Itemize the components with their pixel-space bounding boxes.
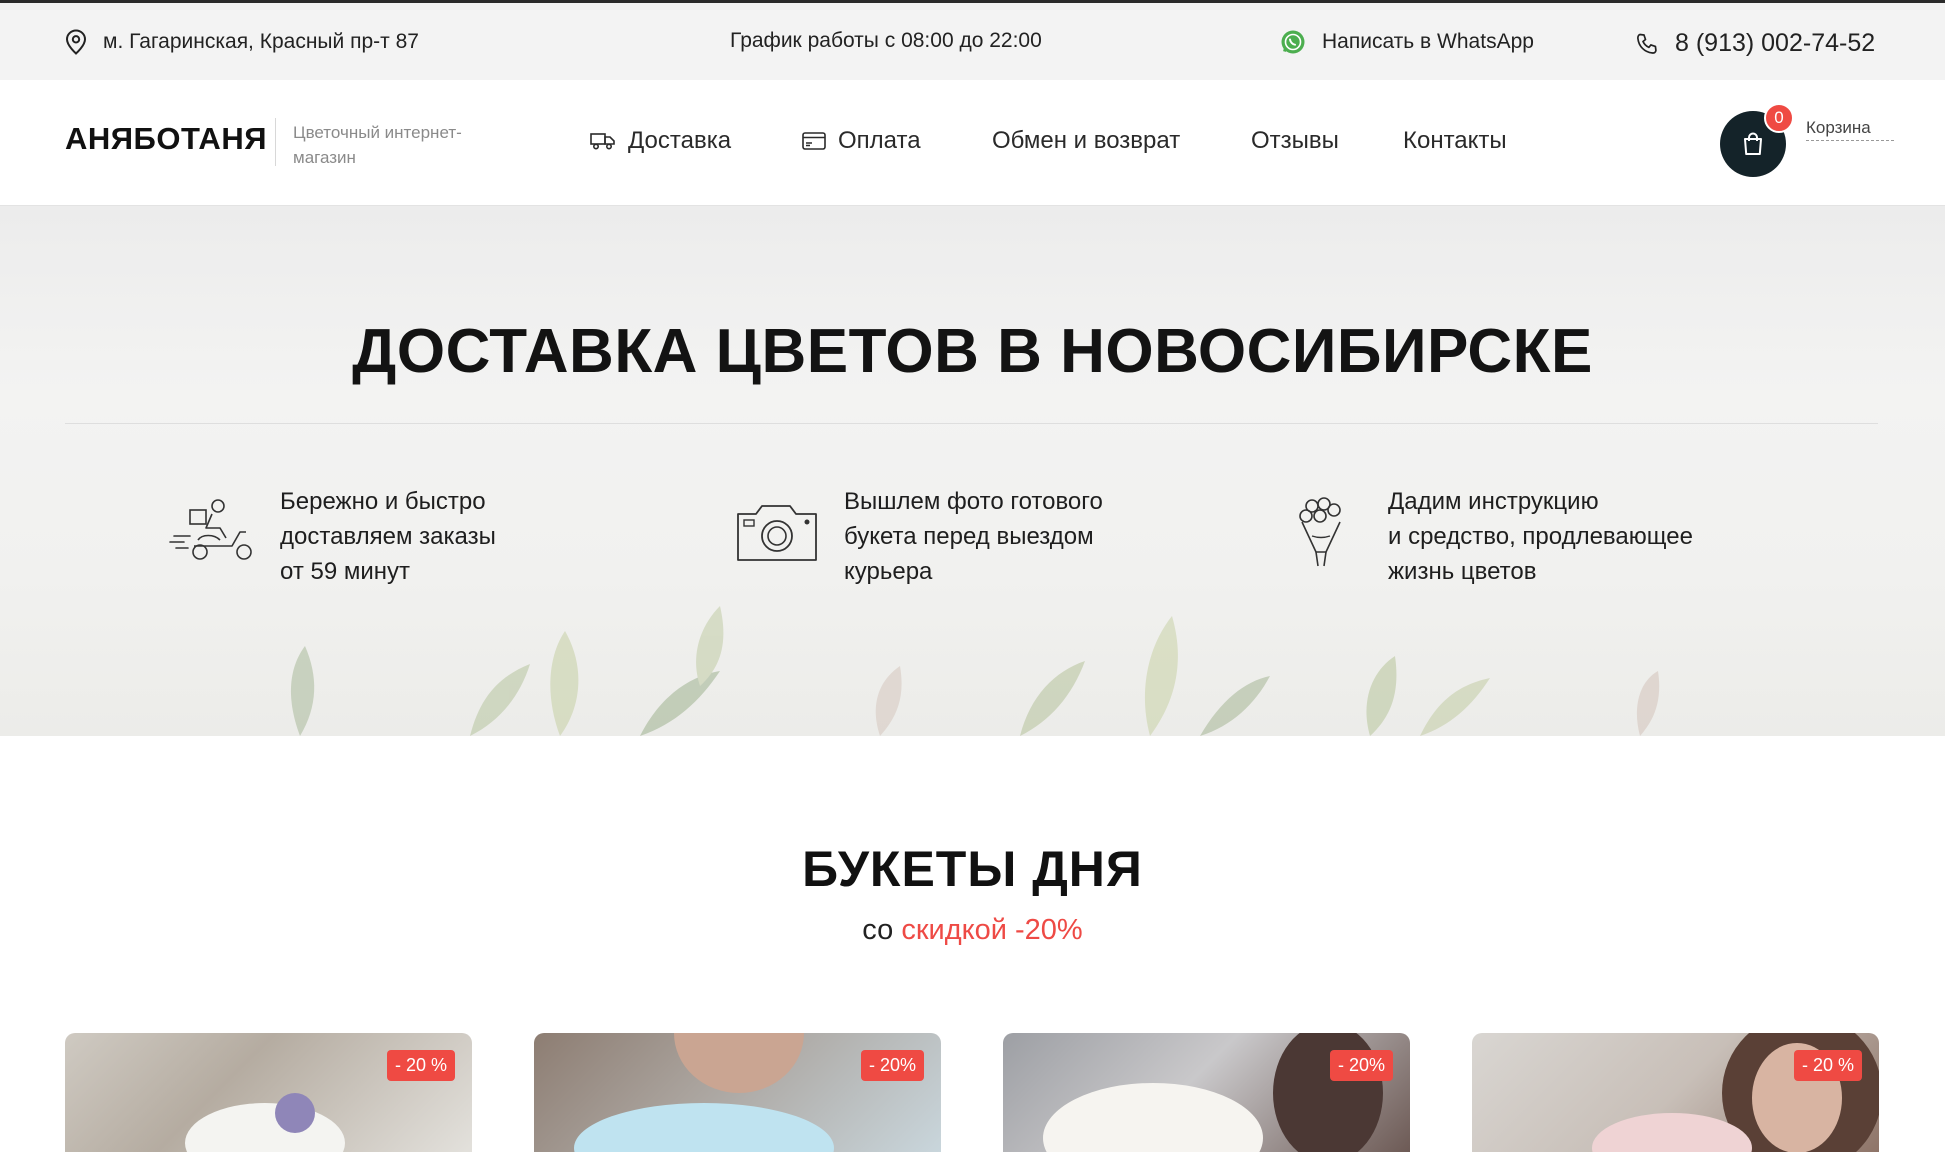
courier-scooter-icon (169, 499, 252, 560)
hero-title: ДОСТАВКА ЦВЕТОВ В НОВОСИБИРСКЕ (352, 317, 1593, 386)
logo-tagline: Цветочный интернет-магазин (293, 123, 462, 167)
nav-label-contacts: Контакты (1403, 127, 1507, 154)
discount-badge: - 20 % (386, 1050, 455, 1081)
feature-text: Вышлем фото готового букета перед выездо… (844, 488, 1103, 585)
decorative-leaves (290, 606, 1660, 736)
flower-accent (275, 1093, 315, 1133)
product-card[interactable]: - 20 % (1472, 1033, 1879, 1152)
location-pin-icon (65, 29, 87, 55)
product-card[interactable]: - 20% (1003, 1033, 1410, 1152)
nav-item-reviews[interactable]: Отзывы (1251, 127, 1339, 155)
nav-label-delivery: Доставка (628, 127, 732, 154)
section-title: БУКЕТЫ ДНЯ (802, 841, 1143, 897)
logo-divider (275, 118, 276, 166)
product-grid: - 20 % - 20% - 20% - 20 % (65, 1033, 1880, 1152)
nav-item-exchange[interactable]: Обмен и возврат (992, 127, 1180, 155)
subtitle-prefix: со (862, 914, 894, 946)
feature-photo-before: Вышлем фото готового букета перед выездо… (732, 484, 1103, 589)
whatsapp-label: Написать в WhatsApp (1322, 30, 1534, 53)
camera-icon (737, 505, 817, 561)
nav-item-payment[interactable]: Оплата (802, 127, 921, 155)
bouquet-icon (1299, 497, 1341, 567)
cart-link[interactable]: Корзина (1806, 118, 1894, 141)
feature-care-instructions: Дадим инструкцию и средство, продлевающе… (1276, 484, 1693, 589)
logo[interactable]: АНЯБОТАНЯ (65, 121, 267, 157)
feature-fast-delivery: Бережно и быстро доставляем заказы от 59… (168, 484, 496, 589)
nav-label-reviews: Отзывы (1251, 127, 1339, 154)
feature-text: Дадим инструкцию и средство, продлевающе… (1388, 488, 1693, 585)
hero-divider (65, 423, 1878, 424)
shopping-bag-icon (1744, 132, 1762, 155)
subtitle-accent: скидкой -20% (901, 914, 1083, 946)
product-image (674, 1033, 804, 1093)
phone-number: 8 (913) 002-74-52 (1675, 29, 1876, 57)
discount-badge: - 20% (860, 1050, 924, 1081)
whatsapp-link[interactable]: Написать в WhatsApp (1280, 29, 1534, 55)
card-icon (802, 132, 826, 150)
whatsapp-icon (1281, 30, 1305, 54)
section-subtitle: со скидкой -20% (0, 914, 1945, 947)
address-text: м. Гагаринская, Красный пр-т 87 (103, 30, 419, 53)
phone-link[interactable]: 8 (913) 002-74-52 (1635, 29, 1875, 58)
hero-banner: ДОСТАВКА ЦВЕТОВ В НОВОСИБИРСКЕ Бережно и… (0, 206, 1945, 736)
schedule-text: График работы с 08:00 до 22:00 (730, 29, 1042, 52)
nav-item-delivery[interactable]: Доставка (590, 127, 731, 155)
nav-item-contacts[interactable]: Контакты (1403, 127, 1507, 155)
phone-icon (1637, 33, 1657, 54)
nav-label-exchange: Обмен и возврат (992, 127, 1181, 154)
discount-badge: - 20 % (1793, 1050, 1862, 1081)
schedule: График работы с 08:00 до 22:00 (730, 29, 1042, 53)
product-image (185, 1103, 345, 1152)
site-header: АНЯБОТАНЯ Цветочный интернет-магазин Дос… (0, 80, 1945, 206)
discount-badge: - 20% (1329, 1050, 1393, 1081)
nav-label-payment: Оплата (838, 127, 921, 154)
top-info-bar: м. Гагаринская, Красный пр-т 87 График р… (0, 0, 1945, 80)
product-card[interactable]: - 20% (534, 1033, 941, 1152)
feature-text: Бережно и быстро доставляем заказы от 59… (280, 488, 496, 585)
address: м. Гагаринская, Красный пр-т 87 (65, 29, 419, 55)
product-image (1043, 1083, 1263, 1152)
truck-icon (590, 133, 615, 150)
cart-count-badge: 0 (1764, 103, 1794, 133)
flower-wrapping (574, 1103, 834, 1152)
product-card[interactable]: - 20 % (65, 1033, 472, 1152)
